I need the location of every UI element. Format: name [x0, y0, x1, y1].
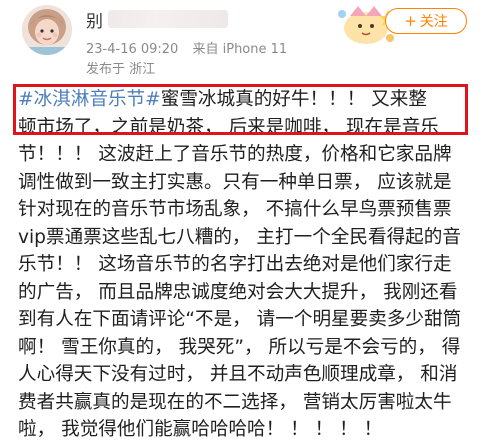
username[interactable]: 别 — [86, 7, 104, 32]
follow-button[interactable]: + 关注 — [385, 8, 467, 34]
content-line: 针对现在的音乐节市场乱象， 不搞什么早鸟票预售票 — [18, 196, 478, 224]
post-timestamp: 23-4-16 09:20 — [86, 42, 179, 57]
username-row[interactable]: 别 — [86, 6, 228, 32]
content-text: 节！！！ 这波赶上了音乐节的热度，价格和它家品牌 — [18, 144, 452, 165]
follow-label: 关注 — [419, 14, 448, 30]
hashtag-link[interactable]: #冰淇淋音乐节# — [18, 89, 161, 110]
content-line: 到有人在下面请评论“不是， 请一个明星要卖多少甜筒 — [18, 306, 478, 334]
avatar-image — [22, 5, 72, 55]
content-line: 顿市场了，之前是奶茶， 后来是咖啡， 现在是音乐 — [18, 114, 478, 142]
content-line: 费者共赢真的是现在的不二选择， 营销太厉害啦太牛 — [18, 389, 478, 417]
content-line: 啊！ 雪王你真的， 我哭死”， 所以亏是不会亏的， 得 — [18, 334, 478, 362]
post-location-line: 发布于 浙江 — [86, 58, 155, 77]
content-line: 调性做到一致主打实惠。只有一种单日票， 应该就是 — [18, 169, 478, 197]
content-text: 啊！ 雪王你真的， 我哭死”， 所以亏是不会亏的， 得 — [18, 336, 461, 358]
post-header: 别 23-4-16 09:20 来自 iPhone 11 发布于 浙江 + 关注 — [0, 0, 492, 80]
post-meta: 23-4-16 09:20 来自 iPhone 11 — [86, 38, 287, 57]
plus-icon: + — [404, 12, 417, 30]
post-location: 发布于 浙江 — [86, 62, 156, 77]
content-text: 乐节！！ 这场音乐节的名字打出去绝对是他们家行走 — [18, 254, 452, 275]
content-text: 蜜雪冰城真的好牛！！！ 又来整 — [160, 89, 427, 110]
content-text: 的广告， 而且品牌忠诚度绝对会大大提升， 我刚还看 — [18, 281, 458, 303]
content-line: 节！！！ 这波赶上了音乐节的热度，价格和它家品牌 — [18, 141, 478, 169]
content-text: 针对现在的音乐节市场乱象， 不搞什么早鸟票预售票 — [18, 199, 452, 220]
content-text: 啦， 我觉得他们能赢哈哈哈哈！ ！ ！ ！ ！ — [18, 419, 383, 440]
content-text: 到有人在下面请评论“不是， 请一个明星要卖多少甜筒 — [18, 309, 462, 330]
content-text: vip票通票这些乱七八糟的， 主打一个全民看得起的音 — [18, 226, 461, 248]
content-line: vip票通票这些乱七八糟的， 主打一个全民看得起的音 — [18, 224, 478, 252]
username-redacted-block — [107, 10, 228, 28]
content-text: 调性做到一致主打实惠。只有一种单日票， 应该就是 — [18, 171, 452, 193]
content-text: 费者共赢真的是现在的不二选择， 营销太厉害啦太牛 — [18, 391, 452, 413]
post-content: #冰淇淋音乐节#蜜雪冰城真的好牛！！！ 又来整 顿市场了，之前是奶茶， 后来是咖… — [18, 86, 478, 444]
content-line: 啦， 我觉得他们能赢哈哈哈哈！ ！ ！ ！ ！ — [18, 416, 478, 444]
content-line: 人心得天下没有过时， 并且不动声色顺理成章， 和消 — [18, 361, 478, 389]
content-line: 的广告， 而且品牌忠诚度绝对会大大提升， 我刚还看 — [18, 279, 478, 307]
avatar[interactable] — [22, 5, 72, 55]
content-text: 顿市场了，之前是奶茶， 后来是咖啡， 现在是音乐 — [18, 116, 439, 138]
content-line: 乐节！！ 这场音乐节的名字打出去绝对是他们家行走 — [18, 251, 478, 279]
post-source: 来自 iPhone 11 — [192, 42, 288, 57]
content-text: 人心得天下没有过时， 并且不动声色顺理成章， 和消 — [18, 364, 458, 385]
content-line: #冰淇淋音乐节#蜜雪冰城真的好牛！！！ 又来整 — [18, 86, 478, 114]
